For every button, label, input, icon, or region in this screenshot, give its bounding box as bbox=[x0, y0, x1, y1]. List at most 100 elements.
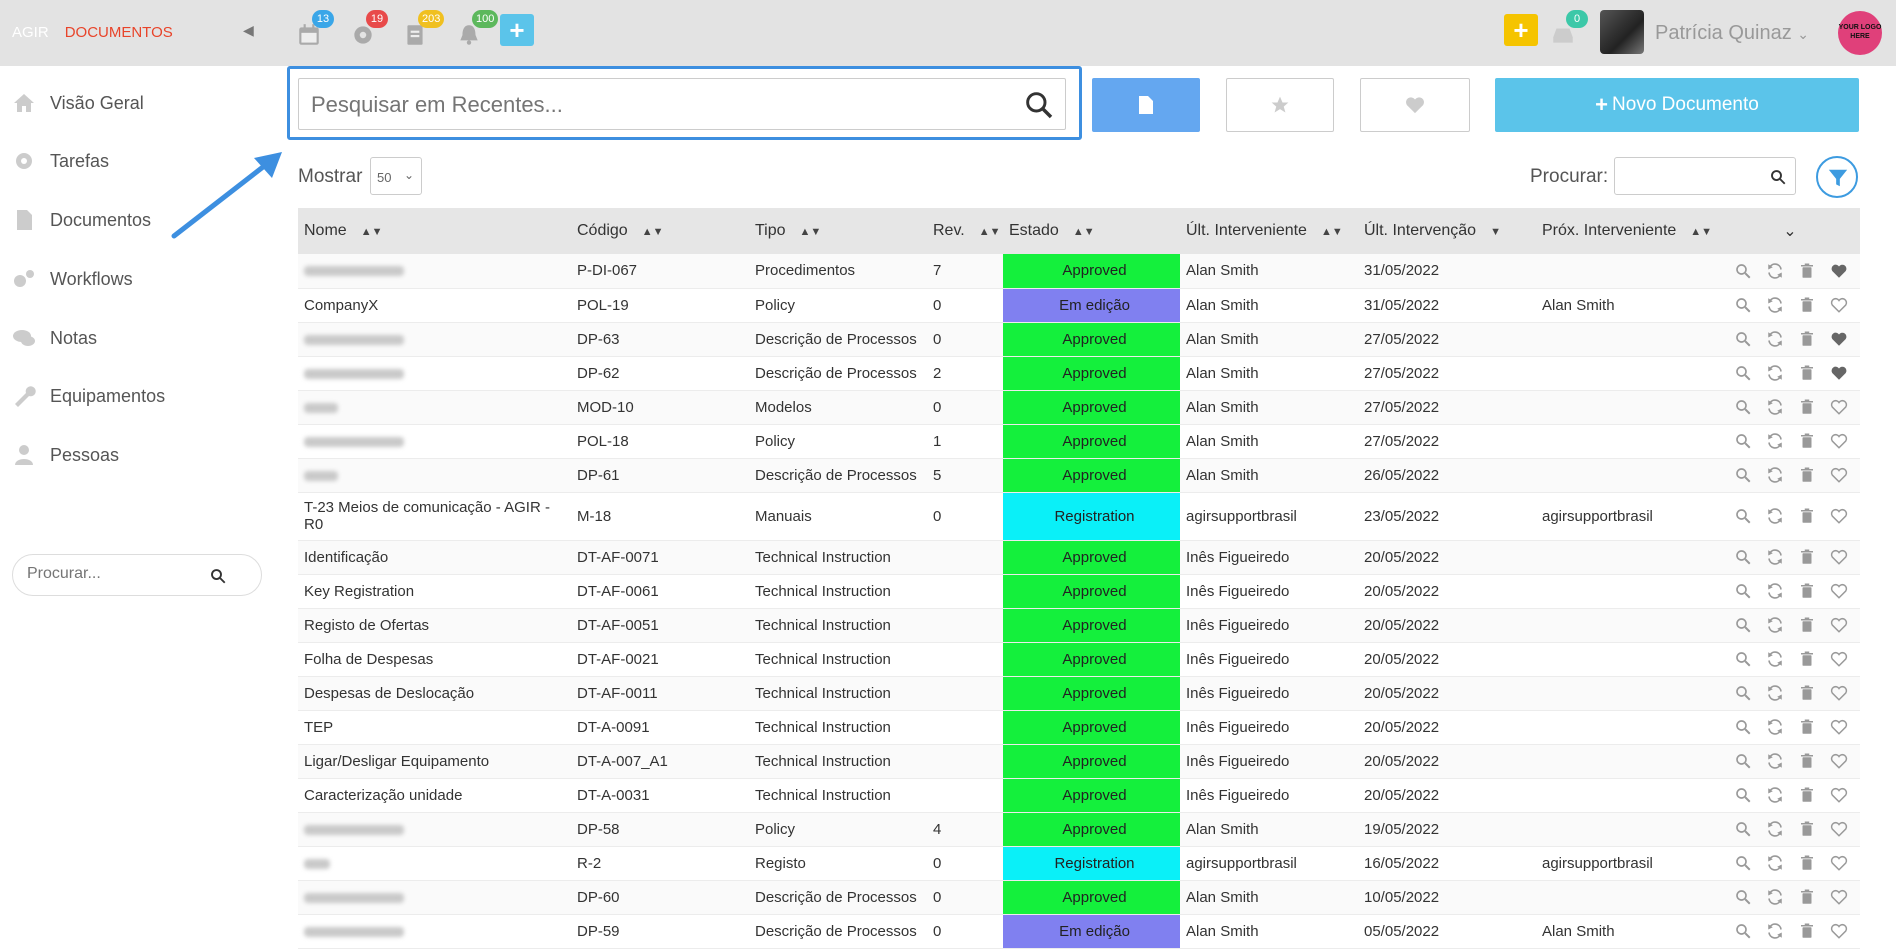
table-row[interactable]: DP-60 Descrição de Processos 0 Approved Alan… bbox=[298, 880, 1860, 915]
cell-nome[interactable] bbox=[298, 390, 571, 425]
refresh-icon[interactable] bbox=[1766, 262, 1784, 280]
view-icon[interactable] bbox=[1734, 752, 1752, 770]
refresh-icon[interactable] bbox=[1766, 364, 1784, 382]
favorite-documents-button[interactable] bbox=[1360, 78, 1470, 132]
view-icon[interactable] bbox=[1734, 262, 1752, 280]
refresh-icon[interactable] bbox=[1766, 888, 1784, 906]
refresh-icon[interactable] bbox=[1766, 616, 1784, 634]
refresh-icon[interactable] bbox=[1766, 854, 1784, 872]
table-row[interactable]: T-23 Meios de comunicação - AGIR - R0 M-1… bbox=[298, 492, 1860, 541]
cell-nome[interactable]: Despesas de Deslocação bbox=[298, 676, 571, 711]
cell-nome[interactable] bbox=[298, 812, 571, 847]
refresh-icon[interactable] bbox=[1766, 507, 1784, 525]
heart-outline-icon[interactable] bbox=[1830, 582, 1848, 600]
sidebar-search-input[interactable] bbox=[27, 565, 197, 583]
cell-nome[interactable] bbox=[298, 322, 571, 357]
cell-nome[interactable]: Registo de Ofertas bbox=[298, 608, 571, 643]
heart-outline-icon[interactable] bbox=[1830, 752, 1848, 770]
refresh-icon[interactable] bbox=[1766, 718, 1784, 736]
cell-nome[interactable]: Key Registration bbox=[298, 574, 571, 609]
cell-nome[interactable] bbox=[298, 880, 571, 915]
table-row[interactable]: Despesas de Deslocação DT-AF-0011 Technica… bbox=[298, 676, 1860, 711]
sidebar-item-tarefas[interactable]: Tarefas bbox=[12, 146, 109, 176]
cell-nome[interactable]: T-23 Meios de comunicação - AGIR - R0 bbox=[298, 492, 571, 541]
column-header-rev[interactable]: Rev. ▲▼ bbox=[927, 208, 1003, 254]
table-row[interactable]: CompanyX POL-19 Policy 0 Em edição Alan Smith… bbox=[298, 288, 1860, 323]
refresh-icon[interactable] bbox=[1766, 922, 1784, 940]
settings-button[interactable]: 19 bbox=[350, 10, 388, 46]
trash-icon[interactable] bbox=[1798, 548, 1816, 566]
refresh-icon[interactable] bbox=[1766, 820, 1784, 838]
heart-outline-icon[interactable] bbox=[1830, 296, 1848, 314]
table-row[interactable]: Caracterização unidade DT-A-0031 Technical… bbox=[298, 778, 1860, 813]
cell-nome[interactable] bbox=[298, 424, 571, 459]
view-icon[interactable] bbox=[1734, 854, 1752, 872]
sidebar-item-equipamentos[interactable]: Equipamentos bbox=[12, 381, 165, 411]
refresh-icon[interactable] bbox=[1766, 296, 1784, 314]
view-icon[interactable] bbox=[1734, 330, 1752, 348]
view-icon[interactable] bbox=[1734, 466, 1752, 484]
view-icon[interactable] bbox=[1734, 820, 1752, 838]
cell-nome[interactable] bbox=[298, 356, 571, 391]
column-header-prox-interveniente[interactable]: Próx. Interveniente ▲▼ bbox=[1536, 208, 1714, 254]
trash-icon[interactable] bbox=[1798, 398, 1816, 416]
refresh-icon[interactable] bbox=[1766, 432, 1784, 450]
heart-outline-icon[interactable] bbox=[1830, 922, 1848, 940]
trash-icon[interactable] bbox=[1798, 364, 1816, 382]
column-header-nome[interactable]: Nome ▲▼ bbox=[298, 208, 571, 254]
view-icon[interactable] bbox=[1734, 364, 1752, 382]
refresh-icon[interactable] bbox=[1766, 466, 1784, 484]
calendar-button[interactable]: 13 bbox=[296, 10, 334, 46]
refresh-icon[interactable] bbox=[1766, 650, 1784, 668]
trash-icon[interactable] bbox=[1798, 507, 1816, 525]
view-icon[interactable] bbox=[1734, 650, 1752, 668]
search-icon[interactable] bbox=[1023, 89, 1055, 121]
heart-outline-icon[interactable] bbox=[1830, 650, 1848, 668]
table-row[interactable]: Folha de Despesas DT-AF-0021 Technical Ins… bbox=[298, 642, 1860, 677]
table-row[interactable]: R-2 Registo 0 Registration agirsupportbrasil… bbox=[298, 846, 1860, 881]
view-icon[interactable] bbox=[1734, 582, 1752, 600]
notifications-button[interactable]: 100 bbox=[456, 10, 499, 46]
documents-button[interactable]: 203 bbox=[402, 10, 445, 46]
heart-outline-icon[interactable] bbox=[1830, 507, 1848, 525]
filter-button[interactable] bbox=[1816, 156, 1858, 198]
heart-outline-icon[interactable] bbox=[1830, 684, 1848, 702]
trash-icon[interactable] bbox=[1798, 432, 1816, 450]
table-row[interactable]: POL-18 Policy 1 Approved Alan Smith 27/05/202… bbox=[298, 424, 1860, 459]
table-row[interactable]: DP-61 Descrição de Processos 5 Approved Alan… bbox=[298, 458, 1860, 493]
view-icon[interactable] bbox=[1734, 786, 1752, 804]
recent-documents-button[interactable] bbox=[1092, 78, 1200, 132]
sidebar-item-notas[interactable]: Notas bbox=[12, 323, 97, 353]
recent-search-input[interactable] bbox=[311, 92, 991, 118]
heart-outline-icon[interactable] bbox=[1830, 854, 1848, 872]
refresh-icon[interactable] bbox=[1766, 752, 1784, 770]
trash-icon[interactable] bbox=[1798, 582, 1816, 600]
heart-outline-icon[interactable] bbox=[1830, 786, 1848, 804]
heart-outline-icon[interactable] bbox=[1830, 398, 1848, 416]
collapse-sidebar-icon[interactable]: ◀ bbox=[243, 22, 254, 39]
table-row[interactable]: Key Registration DT-AF-0061 Technical Inst… bbox=[298, 574, 1860, 609]
user-menu[interactable]: Patrícia Quinaz ⌄ bbox=[1655, 22, 1809, 45]
cell-nome[interactable] bbox=[298, 254, 571, 289]
heart-outline-icon[interactable] bbox=[1830, 466, 1848, 484]
table-row[interactable]: DP-63 Descrição de Processos 0 Approved Alan… bbox=[298, 322, 1860, 357]
column-header-ult-intervencao[interactable]: Últ. Intervenção ▼ bbox=[1358, 208, 1536, 254]
table-row[interactable]: Ligar/Desligar Equipamento DT-A-007_A1 Tec… bbox=[298, 744, 1860, 779]
refresh-icon[interactable] bbox=[1766, 582, 1784, 600]
sidebar-item-pessoas[interactable]: Pessoas bbox=[12, 440, 119, 470]
heart-outline-icon[interactable] bbox=[1830, 718, 1848, 736]
view-icon[interactable] bbox=[1734, 684, 1752, 702]
sidebar-item-documentos[interactable]: Documentos bbox=[12, 205, 151, 235]
cell-nome[interactable]: Ligar/Desligar Equipamento bbox=[298, 744, 571, 779]
refresh-icon[interactable] bbox=[1766, 398, 1784, 416]
heart-outline-icon[interactable] bbox=[1830, 820, 1848, 838]
view-icon[interactable] bbox=[1734, 616, 1752, 634]
heart-icon[interactable] bbox=[1830, 330, 1848, 348]
cell-nome[interactable] bbox=[298, 914, 571, 949]
messages-button[interactable]: 0 bbox=[1550, 10, 1588, 46]
heart-outline-icon[interactable] bbox=[1830, 616, 1848, 634]
refresh-icon[interactable] bbox=[1766, 548, 1784, 566]
cell-nome[interactable]: CompanyX bbox=[298, 288, 571, 323]
heart-outline-icon[interactable] bbox=[1830, 888, 1848, 906]
table-row[interactable]: Registo de Ofertas DT-AF-0051 Technical In… bbox=[298, 608, 1860, 643]
